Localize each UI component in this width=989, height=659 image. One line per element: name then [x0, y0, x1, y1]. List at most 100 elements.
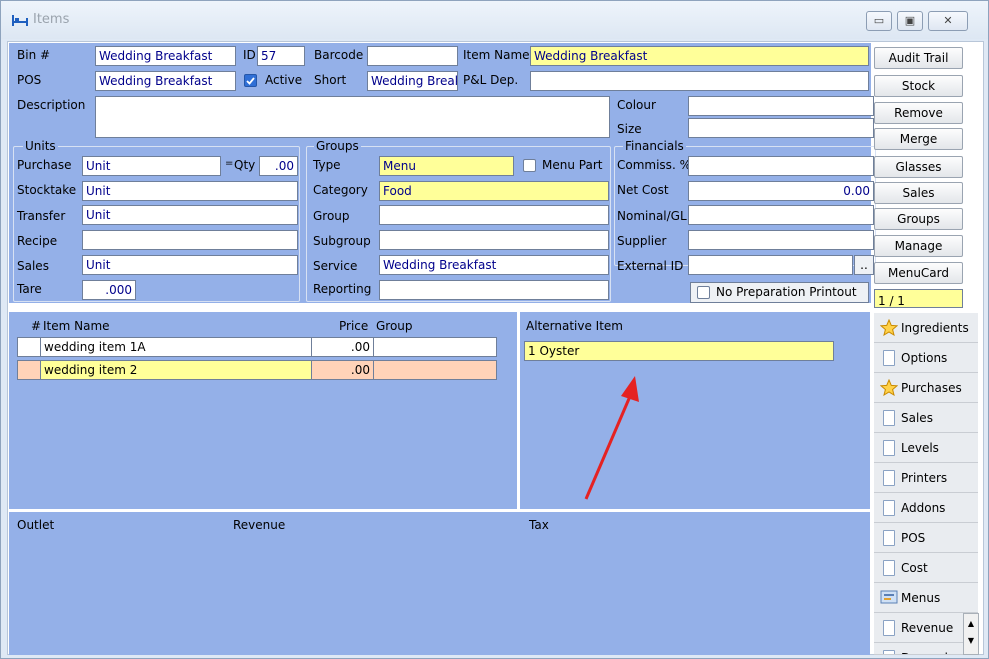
pos-field[interactable]: Wedding Breakfast [95, 71, 236, 91]
id-field[interactable]: 57 [257, 46, 305, 66]
minimize-button[interactable]: ▭ [866, 11, 892, 31]
active-checkbox[interactable] [244, 74, 257, 87]
merge-button[interactable]: Merge [874, 128, 963, 150]
groups-title: Groups [314, 139, 361, 153]
pl-dep-field[interactable] [530, 71, 869, 91]
recipe-field[interactable] [82, 230, 298, 250]
bin-label: Bin # [17, 48, 51, 62]
row-2-price[interactable]: .00 [311, 360, 374, 380]
service-label: Service [313, 259, 358, 273]
description-field[interactable] [95, 96, 610, 138]
description-label: Description [17, 98, 86, 112]
annotation-arrow-icon [584, 376, 639, 500]
tab-purchases[interactable]: Purchases [874, 373, 978, 403]
tab-label: Purchases [901, 381, 962, 395]
barcode-field[interactable] [367, 46, 458, 66]
bed-icon [12, 15, 28, 26]
sales-unit-field[interactable]: Unit [82, 255, 298, 275]
category-field[interactable]: Food [379, 181, 609, 201]
tab-levels[interactable]: Levels [874, 433, 978, 463]
no-prep-box[interactable]: No Preparation Printout [690, 282, 869, 303]
tare-field[interactable]: .000 [82, 280, 136, 300]
tab-label: Ingredients [901, 321, 969, 335]
tab-label: Dependen [901, 651, 963, 654]
row-2-group[interactable] [373, 360, 497, 380]
reporting-field[interactable] [379, 280, 609, 300]
window-title: Items [33, 12, 70, 27]
page-icon [883, 560, 895, 576]
row-1-price[interactable]: .00 [311, 337, 374, 357]
tab-pos[interactable]: POS [874, 523, 978, 553]
star-icon [880, 319, 898, 336]
commiss-field[interactable] [688, 156, 874, 176]
tab-label: Menus [901, 591, 941, 605]
audit-trail-button[interactable]: Audit Trail [874, 47, 963, 69]
menus-icon [880, 590, 898, 604]
row-1-selector[interactable] [17, 337, 41, 357]
external-id-field[interactable] [688, 255, 853, 275]
menu-part-checkbox[interactable] [523, 159, 536, 172]
close-button[interactable]: ✕ [928, 11, 968, 31]
col-item-name-header: Item Name [43, 319, 110, 333]
tab-label: Cost [901, 561, 928, 575]
col-num-header: # [31, 319, 42, 333]
tax-header: Tax [529, 518, 549, 532]
tab-menus[interactable]: Menus [874, 583, 978, 613]
glasses-button[interactable]: Glasses [874, 156, 963, 178]
type-field[interactable]: Menu [379, 156, 514, 176]
subgroup-field[interactable] [379, 230, 609, 250]
pos-label: POS [17, 73, 42, 87]
stocktake-field[interactable]: Unit [82, 181, 298, 201]
row-2-selector[interactable] [17, 360, 41, 380]
supplier-field[interactable] [688, 230, 874, 250]
tab-label: Options [901, 351, 948, 365]
no-prep-checkbox[interactable] [697, 286, 710, 299]
purchase-label: Purchase [17, 158, 72, 172]
tab-printers[interactable]: Printers [874, 463, 978, 493]
manage-button[interactable]: Manage [874, 235, 963, 257]
alternative-item-field[interactable]: 1 Oyster [524, 341, 834, 361]
qty-field[interactable]: .00 [259, 156, 298, 176]
transfer-field[interactable]: Unit [82, 205, 298, 225]
row-1-group[interactable] [373, 337, 497, 357]
maximize-button[interactable]: ▣ [897, 11, 923, 31]
row-2-item-name[interactable]: wedding item 2 [40, 360, 312, 380]
net-cost-field[interactable]: 0.00 [688, 181, 874, 201]
service-field[interactable]: Wedding Breakfast [379, 255, 609, 275]
scroll-down-icon[interactable]: ▼ [964, 634, 978, 648]
category-label: Category [313, 183, 368, 197]
purchase-field[interactable]: Unit [82, 156, 221, 176]
groups-button[interactable]: Groups [874, 208, 963, 230]
bin-field[interactable]: Wedding Breakfast [95, 46, 236, 66]
tab-sales[interactable]: Sales [874, 403, 978, 433]
barcode-label: Barcode [314, 48, 364, 62]
tab-cost[interactable]: Cost [874, 553, 978, 583]
external-id-label: External ID [617, 259, 684, 273]
qty-label: Qty [234, 158, 256, 172]
short-field[interactable]: Wedding Break [367, 71, 458, 91]
page-icon [883, 440, 895, 456]
scroll-up-icon[interactable]: ▲ [964, 614, 978, 634]
sales-button[interactable]: Sales [874, 182, 963, 204]
no-prep-label: No Preparation Printout [716, 285, 857, 299]
size-field[interactable] [688, 118, 874, 138]
external-id-lookup-button[interactable]: .. [854, 255, 874, 275]
item-name-field[interactable]: Wedding Breakfast [530, 46, 869, 66]
menucard-button[interactable]: MenuCard [874, 262, 963, 284]
remove-button[interactable]: Remove [874, 102, 963, 124]
colour-field[interactable] [688, 96, 874, 116]
nominal-field[interactable] [688, 205, 874, 225]
tab-label: Printers [901, 471, 948, 485]
group-field[interactable] [379, 205, 609, 225]
tab-options[interactable]: Options [874, 343, 978, 373]
tab-ingredients[interactable]: Ingredients [874, 313, 978, 343]
type-label: Type [313, 158, 341, 172]
row-1-item-name[interactable]: wedding item 1A [40, 337, 312, 357]
item-name-label: Item Name [463, 48, 530, 62]
outlet-header: Outlet [17, 518, 55, 532]
stock-button[interactable]: Stock [874, 75, 963, 97]
page-icon [883, 620, 895, 636]
tabs-scrollbar[interactable]: ▲ ▼ [963, 613, 979, 655]
reporting-label: Reporting [313, 282, 372, 296]
tab-addons[interactable]: Addons [874, 493, 978, 523]
